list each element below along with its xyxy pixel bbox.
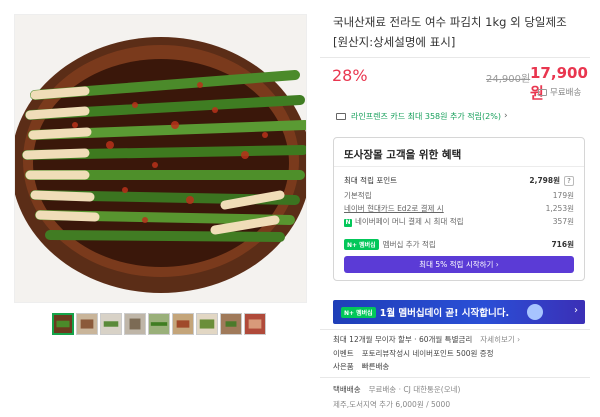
delivery-extra-row: 제주,도서지역 추가 6,000원 / 5000 — [333, 399, 450, 410]
thumbnail-strip — [52, 313, 266, 335]
product-info-panel: 국내산재료 전라도 여수 파김치 1kg 외 당일제조 [원산지:상세설명에 표… — [320, 0, 590, 417]
delivery-row: 택배배송 무료배송 · CJ 대한통운(오네) — [333, 384, 460, 395]
membership-start-button[interactable]: 최대 5% 적립 시작하기 › — [344, 256, 574, 273]
thumbnail[interactable] — [76, 313, 98, 335]
max-points-label: 최대 적립 포인트 — [344, 176, 398, 185]
max-points-value: 2,798원 — [529, 176, 560, 185]
divider — [334, 166, 584, 167]
divider — [320, 57, 590, 58]
truck-icon — [538, 88, 547, 96]
help-icon[interactable]: ? — [564, 176, 574, 186]
divider — [320, 329, 590, 330]
shipping-info: 무료배송 — [538, 86, 581, 98]
delivery-text: 무료배송 · CJ 대한통운(오네) — [368, 385, 461, 394]
hyundai-card-link[interactable]: 네이버 현대카드 Ed2로 결제 시 — [344, 203, 444, 214]
benefit-box: 또사장몰 고객을 위한 혜택 최대 적립 포인트 2,798원? 기본적립 17… — [333, 137, 585, 281]
discount-rate: 28% — [332, 66, 368, 85]
card-benefit-banner[interactable]: 라인프렌즈 카드 최대 358원 추가 적립(2%) › — [333, 106, 585, 126]
card-banner-text: 라인프렌즈 카드 최대 358원 추가 적립(2%) — [351, 111, 501, 121]
divider — [320, 377, 590, 378]
membership-badge: N+ 멤버십 — [344, 239, 379, 250]
promo-text: 1월 멤버십데이 곧! 시작합니다. — [379, 308, 510, 319]
max-points-row: 최대 적립 포인트 2,798원? — [344, 175, 574, 186]
chevron-right-icon: › — [503, 111, 508, 121]
hyundai-card-row: 네이버 현대카드 Ed2로 결제 시 1,253원 — [344, 203, 574, 214]
shipping-badge: 무료배송 — [550, 88, 582, 98]
hyundai-card-value: 1,253원 — [545, 204, 574, 213]
thumbnail[interactable] — [52, 313, 74, 335]
chevron-right-icon: › — [574, 305, 578, 316]
membership-row: N+ 멤버십 멤버십 추가 적립 716원 — [344, 239, 574, 250]
gift-label: 사은품 — [333, 362, 354, 371]
gift-row: 사은품 빠른배송 — [333, 361, 389, 372]
thumbnail[interactable] — [196, 313, 218, 335]
npay-icon: N — [344, 219, 352, 227]
mascot-icon — [527, 304, 543, 320]
npay-label: 네이버페이 머니 결제 시 최대 적립 — [355, 217, 464, 226]
product-title: 국내산재료 전라도 여수 파김치 1kg 외 당일제조 [원산지:상세설명에 표… — [333, 15, 567, 49]
membership-label: 멤버십 추가 적립 — [382, 240, 436, 249]
benefit-title: 또사장몰 고객을 위한 혜택 — [344, 149, 462, 161]
basic-points-row: 기본적립 179원 — [344, 190, 574, 201]
installment-row: 최대 12개월 무이자 할부 · 60개월 특별금리 자세히보기 › — [333, 334, 520, 345]
installment-more-link[interactable]: 자세히보기 › — [480, 334, 520, 345]
delivery-extra: 제주,도서지역 추가 6,000원 / 5000 — [333, 400, 451, 409]
main-product-image — [14, 14, 307, 303]
basic-points-value: 179원 — [552, 191, 574, 200]
thumbnail[interactable] — [244, 313, 266, 335]
original-price: 24,900원 — [486, 74, 531, 85]
card-icon — [336, 112, 346, 120]
installment-text: 최대 12개월 무이자 할부 · 60개월 특별금리 — [333, 335, 473, 344]
event-text: 포토리뷰작성시 네이버포인트 500원 증정 — [361, 349, 494, 358]
thumbnail[interactable] — [172, 313, 194, 335]
thumbnail[interactable] — [220, 313, 242, 335]
npay-value: 357원 — [552, 217, 574, 226]
event-label: 이벤트 — [333, 349, 354, 358]
delivery-label: 택배배송 — [333, 385, 361, 394]
membership-value: 716원 — [551, 240, 574, 249]
thumbnail[interactable] — [148, 313, 170, 335]
membership-day-banner[interactable]: N+ 멤버십 1월 멤버십데이 곧! 시작합니다. › — [333, 300, 585, 324]
basic-points-label: 기본적립 — [344, 191, 372, 200]
membership-badge: N+ 멤버십 — [341, 306, 376, 318]
event-row: 이벤트 포토리뷰작성시 네이버포인트 500원 증정 — [333, 348, 494, 359]
thumbnail[interactable] — [100, 313, 122, 335]
gift-text: 빠른배송 — [361, 362, 390, 371]
npay-row: N 네이버페이 머니 결제 시 최대 적립 357원 — [344, 216, 574, 227]
thumbnail[interactable] — [124, 313, 146, 335]
